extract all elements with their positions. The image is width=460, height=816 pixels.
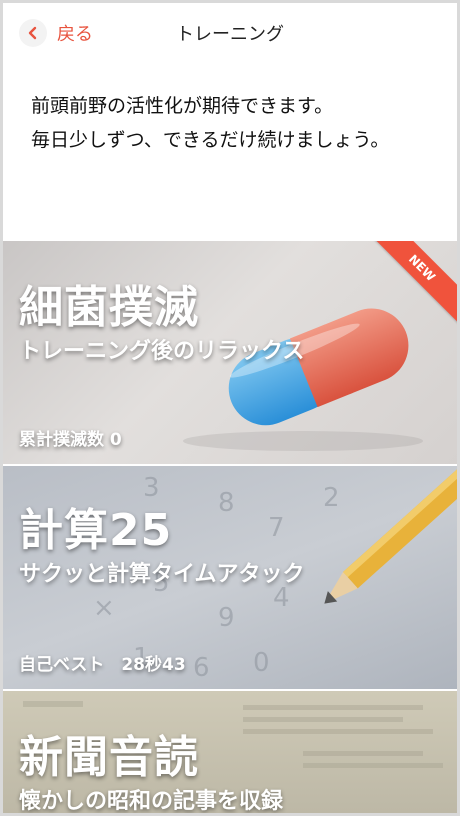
intro-line-1: 前頭前野の活性化が期待できます。: [31, 95, 334, 117]
training-card-calculation[interactable]: 3 8 7 2 × 5 9 4 1 6 0 計算25 サクッと計算タイムアタック…: [3, 466, 457, 689]
training-card-bacteria[interactable]: NEW 細菌撲滅 トレーニング後のリラックス 累計撲滅数 0: [3, 241, 457, 464]
card-subtitle: サクッと計算タイムアタック: [19, 562, 305, 587]
app-frame: 戻る トレーニング 前頭前野の活性化が期待できます。 毎日少しずつ、できるだけ続…: [3, 3, 457, 813]
card-stat: 累計撲滅数 0: [19, 430, 122, 450]
card-title: 新聞音読: [19, 732, 199, 783]
svg-text:2: 2: [323, 483, 340, 513]
training-card-newspaper[interactable]: 新聞音読 懐かしの昭和の記事を収録: [3, 691, 457, 813]
svg-text:8: 8: [218, 488, 235, 518]
intro-line-2: 毎日少しずつ、できるだけ続けましょう。: [31, 129, 390, 151]
svg-text:9: 9: [218, 603, 235, 633]
page-title: トレーニング: [176, 24, 284, 45]
svg-text:7: 7: [268, 513, 285, 543]
nav-bar: 戻る トレーニング: [3, 3, 457, 63]
card-stat: 自己ベスト 28秒43: [19, 655, 186, 675]
card-subtitle: 懐かしの昭和の記事を収録: [19, 789, 284, 813]
intro-text: 前頭前野の活性化が期待できます。 毎日少しずつ、できるだけ続けましょう。: [31, 89, 441, 157]
svg-text:0: 0: [253, 648, 270, 678]
card-title: 計算25: [19, 505, 173, 556]
svg-text:6: 6: [193, 653, 210, 683]
card-subtitle: トレーニング後のリラックス: [19, 339, 305, 364]
card-title: 細菌撲滅: [19, 282, 199, 333]
svg-text:×: ×: [93, 593, 115, 623]
